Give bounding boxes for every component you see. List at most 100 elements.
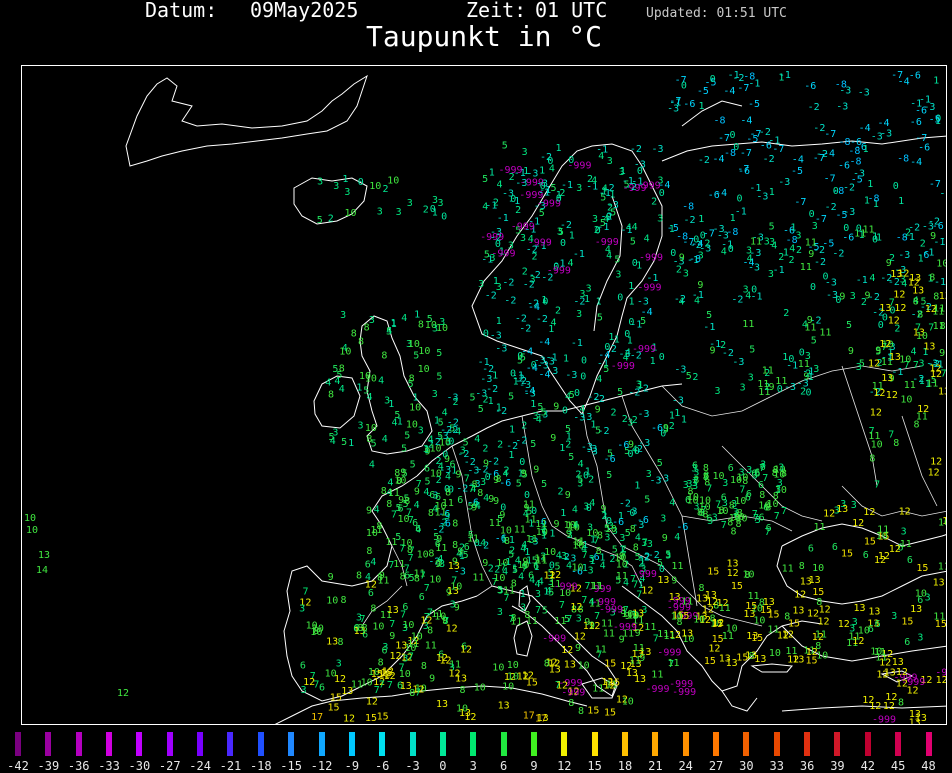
station-value: -6 bbox=[804, 81, 816, 92]
station-value: 10 bbox=[816, 651, 828, 662]
station-value: 13 bbox=[884, 667, 896, 678]
station-value: 3 bbox=[588, 566, 594, 577]
station-value: 13 bbox=[669, 592, 681, 603]
station-value: 4 bbox=[497, 180, 503, 191]
station-value: 13 bbox=[727, 558, 739, 569]
station-value: 0 bbox=[547, 156, 553, 167]
station-value: 11 bbox=[663, 631, 675, 642]
station-value: 9 bbox=[389, 631, 395, 642]
station-value: 8 bbox=[816, 597, 822, 608]
map-frame: -51-5-4-6-4-8-4-6-3-7-6-71-8-1-8-101-8-7… bbox=[21, 65, 947, 725]
station-value: 1 bbox=[674, 408, 680, 419]
station-value: -1 bbox=[703, 322, 715, 333]
station-value: 3 bbox=[418, 426, 424, 437]
station-value: -2 bbox=[928, 217, 940, 228]
station-value: 13 bbox=[933, 577, 945, 588]
legend-swatch bbox=[774, 732, 780, 756]
station-value: 1 bbox=[549, 529, 555, 540]
station-value: 4 bbox=[771, 241, 777, 252]
station-value: 2 bbox=[328, 213, 334, 224]
legend-label: 6 bbox=[500, 759, 507, 773]
station-value: 3 bbox=[683, 269, 689, 280]
legend-label: 36 bbox=[800, 759, 814, 773]
station-value: 6 bbox=[457, 495, 463, 506]
legend-swatch bbox=[319, 732, 325, 756]
legend-swatch bbox=[76, 732, 82, 756]
station-value: 12 bbox=[838, 619, 850, 630]
station-value: 9 bbox=[471, 502, 477, 513]
station-value: -4 bbox=[723, 86, 735, 97]
station-value: 3 bbox=[480, 477, 486, 488]
station-value: 15 bbox=[901, 617, 913, 628]
station-value: -999 bbox=[554, 582, 578, 593]
station-value: 1 bbox=[596, 297, 602, 308]
station-value: 3 bbox=[438, 198, 444, 209]
station-value: 4 bbox=[573, 520, 579, 531]
station-value: 2 bbox=[622, 414, 628, 425]
station-value: 7 bbox=[374, 685, 380, 696]
station-value: 10 bbox=[900, 395, 912, 406]
station-value: 2 bbox=[482, 444, 488, 455]
station-value: 4 bbox=[596, 374, 602, 385]
station-value: -3 bbox=[657, 473, 669, 484]
station-value: 10 bbox=[406, 419, 418, 430]
station-value: 10 bbox=[366, 528, 378, 539]
station-value: 3 bbox=[369, 315, 375, 326]
station-value: 5 bbox=[577, 474, 583, 485]
station-value: -3 bbox=[839, 85, 851, 96]
station-value: 11 bbox=[526, 616, 538, 627]
station-value: 3 bbox=[813, 364, 819, 375]
station-value: 10 bbox=[418, 346, 430, 357]
station-value: -2 bbox=[814, 257, 826, 268]
station-value: 9 bbox=[398, 495, 404, 506]
station-value: 0 bbox=[893, 181, 899, 192]
station-value: 10 bbox=[871, 440, 883, 451]
station-value: 12 bbox=[412, 684, 424, 695]
station-value: 0 bbox=[540, 181, 546, 192]
station-value: 3 bbox=[715, 386, 721, 397]
station-value: -2 bbox=[625, 182, 637, 193]
station-value: 5 bbox=[635, 552, 641, 563]
station-value: 3 bbox=[396, 207, 402, 218]
station-value: 3 bbox=[589, 554, 595, 565]
station-value: 4 bbox=[515, 555, 521, 566]
station-value: -2 bbox=[843, 182, 855, 193]
station-value: -4 bbox=[539, 370, 551, 381]
station-value: 8 bbox=[341, 595, 347, 606]
station-value: 7 bbox=[303, 587, 309, 598]
station-value: 15 bbox=[587, 705, 599, 716]
station-value: 1 bbox=[489, 167, 495, 178]
station-value: 12 bbox=[117, 688, 129, 699]
station-value: 11 bbox=[916, 411, 928, 422]
station-value: 5 bbox=[539, 208, 545, 219]
station-value: 8 bbox=[356, 570, 362, 581]
station-value: 11 bbox=[385, 537, 397, 548]
station-value: 7 bbox=[391, 510, 397, 521]
station-value: -6 bbox=[910, 117, 922, 128]
station-value: 4 bbox=[480, 538, 486, 549]
station-value: 0 bbox=[799, 348, 805, 359]
station-value: 1 bbox=[356, 382, 362, 393]
station-value: 5 bbox=[317, 215, 323, 226]
station-value: 0 bbox=[542, 296, 548, 307]
station-value: 4 bbox=[536, 415, 542, 426]
station-value: 3 bbox=[576, 183, 582, 194]
station-value: -2 bbox=[763, 154, 775, 165]
station-value: 0 bbox=[580, 371, 586, 382]
station-value: 12 bbox=[893, 289, 905, 300]
station-value: 15 bbox=[526, 677, 538, 688]
station-value: 1 bbox=[563, 353, 569, 364]
station-value: 4 bbox=[369, 460, 375, 471]
station-value: -4 bbox=[713, 154, 725, 165]
station-value: 3 bbox=[636, 379, 642, 390]
station-value: 7 bbox=[928, 323, 934, 334]
station-value: 9 bbox=[625, 611, 631, 622]
station-value: -999 bbox=[480, 232, 504, 243]
station-value: 11 bbox=[757, 379, 769, 390]
station-value: 4 bbox=[789, 244, 795, 255]
station-value: 1 bbox=[342, 174, 348, 185]
station-value: -7 bbox=[891, 70, 903, 81]
station-value: 0 bbox=[442, 449, 448, 460]
station-value: 1 bbox=[560, 508, 566, 519]
station-value: 2 bbox=[796, 245, 802, 256]
